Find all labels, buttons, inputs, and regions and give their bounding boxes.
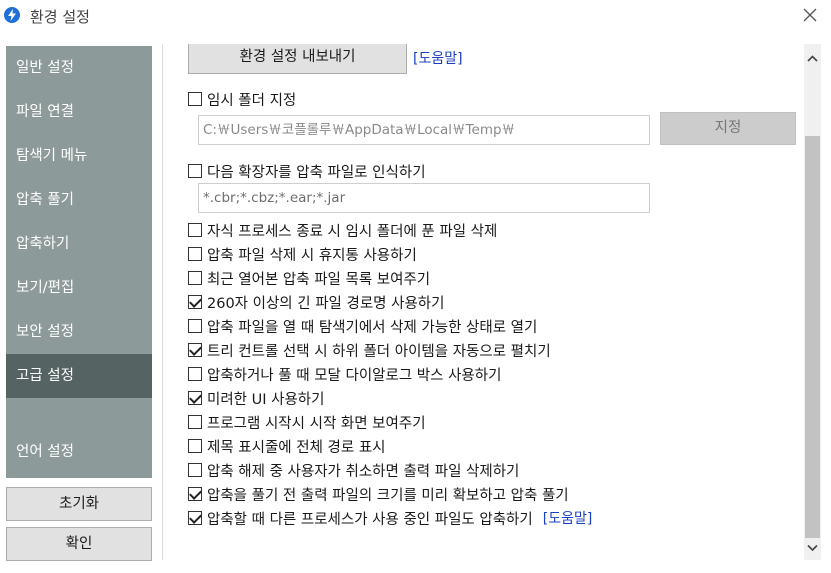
option-label: 260자 이상의 긴 파일 경로명 사용하기	[207, 295, 445, 312]
sidebar-item-file-association[interactable]: 파일 연결	[6, 90, 152, 134]
option-row[interactable]: 260자 이상의 긴 파일 경로명 사용하기	[188, 291, 444, 313]
option-row[interactable]: 미려한 UI 사용하기	[188, 387, 325, 409]
option-row[interactable]: 압축할 때 다른 프로세스가 사용 중인 파일도 압축하기 [도움말]	[188, 507, 592, 529]
option-row[interactable]: 압축하거나 풀 때 모달 다이알로그 박스 사용하기	[188, 363, 501, 385]
sidebar-item-extract[interactable]: 압축 풀기	[6, 178, 152, 222]
option-label: 압축 파일을 열 때 탐색기에서 삭제 가능한 상태로 열기	[207, 319, 538, 336]
option-row[interactable]: 트리 컨트롤 선택 시 하위 폴더 아이템을 자동으로 펼치기	[188, 339, 551, 361]
scroll-down-arrow-icon[interactable]	[804, 539, 821, 556]
sidebar-item-view-edit[interactable]: 보기/편집	[6, 266, 152, 310]
option-row[interactable]: 프로그램 시작시 시작 화면 보여주기	[188, 411, 426, 433]
checkbox[interactable]	[188, 391, 202, 405]
checkbox[interactable]	[188, 487, 202, 501]
checkbox[interactable]	[188, 463, 202, 477]
checkbox[interactable]	[188, 511, 202, 525]
checkbox[interactable]	[188, 343, 202, 357]
help-link[interactable]: [도움말]	[543, 508, 593, 528]
sidebar-item-compress[interactable]: 압축하기	[6, 222, 152, 266]
app-bolt-icon	[4, 7, 20, 23]
option-row[interactable]: 제목 표시줄에 전체 경로 표시	[188, 435, 386, 457]
export-settings-button[interactable]: 환경 설정 내보내기	[188, 44, 407, 74]
checkbox[interactable]	[188, 415, 202, 429]
option-label: 프로그램 시작시 시작 화면 보여주기	[207, 415, 426, 432]
settings-panel: 환경 설정 내보내기 [도움말] 임시 폴더 지정 C:￦Users￦코플롤루￦…	[162, 44, 804, 560]
option-label: 최근 열어본 압축 파일 목록 보여주기	[207, 271, 431, 288]
extensions-option[interactable]: 다음 확장자를 압축 파일로 인식하기	[188, 160, 426, 182]
checkbox[interactable]	[188, 92, 202, 106]
checkbox[interactable]	[188, 295, 202, 309]
scroll-up-arrow-icon[interactable]	[804, 50, 821, 67]
option-label: 다음 확장자를 압축 파일로 인식하기	[207, 164, 426, 181]
checkbox[interactable]	[188, 271, 202, 285]
option-label: 임시 폴더 지정	[207, 92, 297, 109]
checkbox[interactable]	[188, 319, 202, 333]
sidebar-item-language[interactable]: 언어 설정	[6, 430, 152, 474]
option-label: 압축 해제 중 사용자가 취소하면 출력 파일 삭제하기	[207, 463, 520, 480]
sidebar-item-security[interactable]: 보안 설정	[6, 310, 152, 354]
title-bar: 환경 설정	[0, 0, 831, 32]
checkbox[interactable]	[188, 439, 202, 453]
sidebar-item-explorer-menu[interactable]: 탐색기 메뉴	[6, 134, 152, 178]
option-row[interactable]: 압축 파일을 열 때 탐색기에서 삭제 가능한 상태로 열기	[188, 315, 537, 337]
option-row[interactable]: 최근 열어본 압축 파일 목록 보여주기	[188, 267, 430, 289]
option-label: 트리 컨트롤 선택 시 하위 폴더 아이템을 자동으로 펼치기	[207, 343, 551, 360]
close-icon[interactable]	[799, 4, 821, 26]
option-row[interactable]: 압축 해제 중 사용자가 취소하면 출력 파일 삭제하기	[188, 459, 519, 481]
option-label: 자식 프로세스 종료 시 임시 폴더에 푼 파일 삭제	[207, 223, 498, 240]
option-label: 미려한 UI 사용하기	[207, 391, 325, 408]
temp-folder-option[interactable]: 임시 폴더 지정	[188, 88, 296, 110]
sidebar: 일반 설정 파일 연결 탐색기 메뉴 압축 풀기 압축하기 보기/편집 보안 설…	[6, 46, 152, 478]
vertical-scrollbar[interactable]	[804, 44, 821, 560]
option-label: 압축을 풀기 전 출력 파일의 크기를 미리 확보하고 압축 풀기	[207, 487, 569, 504]
reset-button[interactable]: 초기화	[6, 487, 152, 521]
option-row[interactable]: 압축 파일 삭제 시 휴지통 사용하기	[188, 243, 417, 265]
option-row[interactable]: 압축을 풀기 전 출력 파일의 크기를 미리 확보하고 압축 풀기	[188, 483, 569, 505]
temp-folder-path-field[interactable]: C:￦Users￦코플롤루￦AppData￦Local￦Temp￦	[198, 115, 650, 145]
help-link[interactable]: [도움말]	[413, 48, 463, 68]
option-label: 압축 파일 삭제 시 휴지통 사용하기	[207, 247, 417, 264]
sidebar-item-general[interactable]: 일반 설정	[6, 46, 152, 90]
option-label: 압축할 때 다른 프로세스가 사용 중인 파일도 압축하기	[207, 511, 533, 528]
set-folder-button[interactable]: 지정	[660, 112, 796, 145]
option-label: 제목 표시줄에 전체 경로 표시	[207, 439, 386, 456]
checkbox[interactable]	[188, 247, 202, 261]
sidebar-item-advanced[interactable]: 고급 설정	[6, 354, 152, 398]
checkbox[interactable]	[188, 223, 202, 237]
extensions-field[interactable]: *.cbr;*.cbz;*.ear;*.jar	[198, 183, 650, 213]
scrollbar-thumb[interactable]	[805, 136, 820, 538]
checkbox[interactable]	[188, 164, 202, 178]
checkbox[interactable]	[188, 367, 202, 381]
window-title: 환경 설정	[30, 8, 90, 26]
option-label: 압축하거나 풀 때 모달 다이알로그 박스 사용하기	[207, 367, 502, 384]
ok-button[interactable]: 확인	[6, 527, 152, 561]
option-row[interactable]: 자식 프로세스 종료 시 임시 폴더에 푼 파일 삭제	[188, 219, 497, 241]
